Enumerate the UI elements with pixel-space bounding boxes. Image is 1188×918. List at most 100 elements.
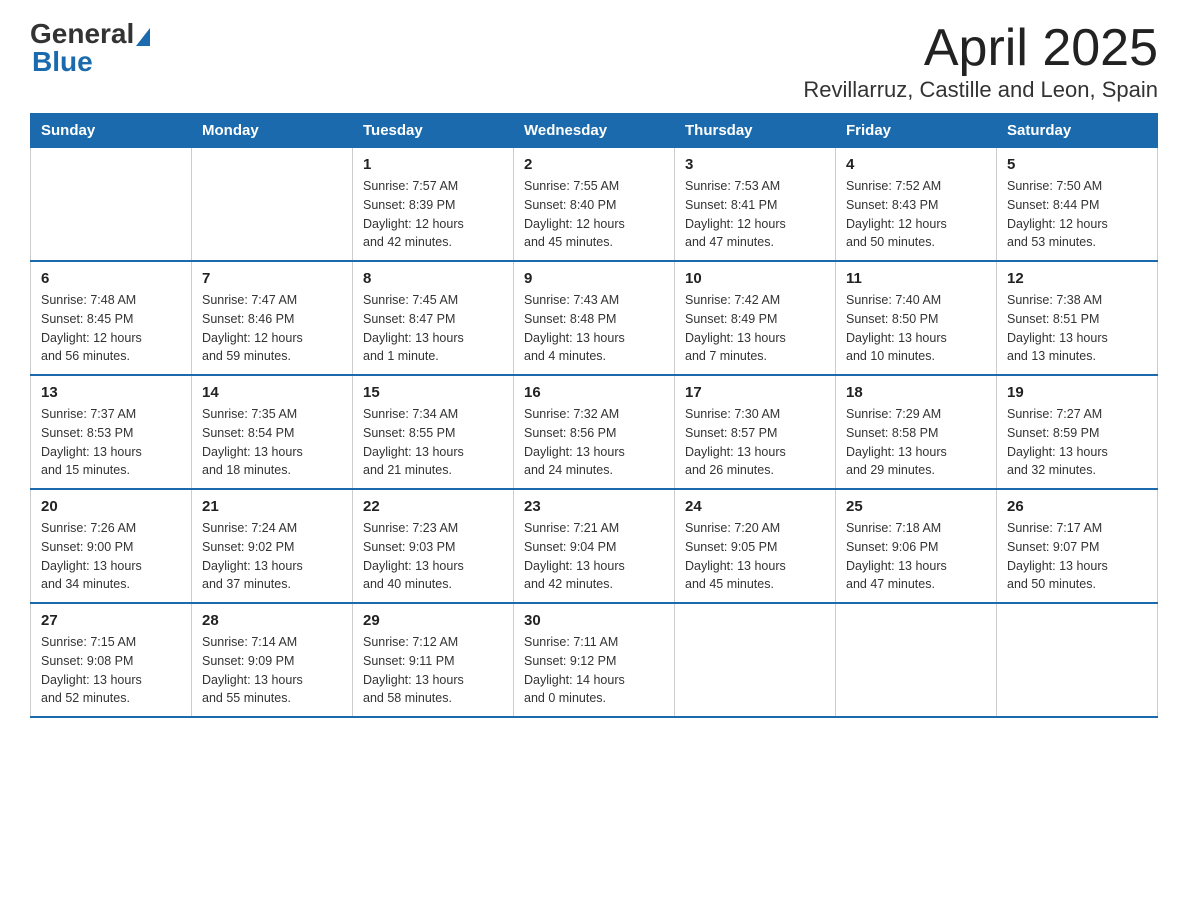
day-info: Sunrise: 7:50 AMSunset: 8:44 PMDaylight:… [1007, 177, 1147, 252]
calendar-cell: 23 Sunrise: 7:21 AMSunset: 9:04 PMDayligh… [514, 489, 675, 603]
day-number: 14 [202, 384, 342, 401]
calendar-week-2: 6 Sunrise: 7:48 AMSunset: 8:45 PMDaylight… [31, 261, 1158, 375]
day-info: Sunrise: 7:32 AMSunset: 8:56 PMDaylight:… [524, 405, 664, 480]
logo: General Blue [30, 20, 150, 76]
calendar-week-1: 1 Sunrise: 7:57 AMSunset: 8:39 PMDaylight… [31, 148, 1158, 262]
logo-general-text: General [30, 20, 134, 48]
calendar-cell: 16Sunrise: 7:32 AMSunset: 8:56 PMDayligh… [514, 375, 675, 489]
header-sunday: Sunday [31, 114, 192, 148]
calendar-cell [675, 603, 836, 717]
calendar-cell [31, 148, 192, 262]
day-info: Sunrise: 7:11 AMSunset: 9:12 PMDaylight:… [524, 633, 664, 708]
calendar-cell: 18 Sunrise: 7:29 AMSunset: 8:58 PMDayligh… [836, 375, 997, 489]
day-info: Sunrise: 7:29 AMSunset: 8:58 PMDaylight:… [846, 405, 986, 480]
header-saturday: Saturday [997, 114, 1158, 148]
calendar-cell: 14 Sunrise: 7:35 AMSunset: 8:54 PMDayligh… [192, 375, 353, 489]
calendar-cell: 3 Sunrise: 7:53 AMSunset: 8:41 PMDaylight… [675, 148, 836, 262]
day-number: 8 [363, 270, 503, 287]
calendar-header-row: SundayMondayTuesdayWednesdayThursdayFrid… [31, 114, 1158, 148]
day-info: Sunrise: 7:12 AMSunset: 9:11 PMDaylight:… [363, 633, 503, 708]
day-number: 27 [41, 612, 181, 629]
day-info: Sunrise: 7:40 AMSunset: 8:50 PMDaylight:… [846, 291, 986, 366]
day-number: 23 [524, 498, 664, 515]
day-number: 17 [685, 384, 825, 401]
calendar-cell: 24 Sunrise: 7:20 AMSunset: 9:05 PMDayligh… [675, 489, 836, 603]
calendar-cell: 7Sunrise: 7:47 AMSunset: 8:46 PMDaylight… [192, 261, 353, 375]
day-number: 4 [846, 156, 986, 173]
day-number: 13 [41, 384, 181, 401]
day-info: Sunrise: 7:23 AMSunset: 9:03 PMDaylight:… [363, 519, 503, 594]
calendar-cell: 2Sunrise: 7:55 AMSunset: 8:40 PMDaylight… [514, 148, 675, 262]
calendar-table: SundayMondayTuesdayWednesdayThursdayFrid… [30, 113, 1158, 718]
day-info: Sunrise: 7:53 AMSunset: 8:41 PMDaylight:… [685, 177, 825, 252]
day-info: Sunrise: 7:45 AMSunset: 8:47 PMDaylight:… [363, 291, 503, 366]
page-header: General Blue April 2025 Revillarruz, Cas… [30, 20, 1158, 103]
calendar-cell: 21 Sunrise: 7:24 AMSunset: 9:02 PMDayligh… [192, 489, 353, 603]
day-info: Sunrise: 7:15 AMSunset: 9:08 PMDaylight:… [41, 633, 181, 708]
day-number: 15 [363, 384, 503, 401]
day-info: Sunrise: 7:57 AMSunset: 8:39 PMDaylight:… [363, 177, 503, 252]
calendar-cell: 13 Sunrise: 7:37 AMSunset: 8:53 PMDayligh… [31, 375, 192, 489]
day-info: Sunrise: 7:20 AMSunset: 9:05 PMDaylight:… [685, 519, 825, 594]
day-number: 7 [202, 270, 342, 287]
calendar-cell: 25 Sunrise: 7:18 AMSunset: 9:06 PMDayligh… [836, 489, 997, 603]
day-info: Sunrise: 7:38 AMSunset: 8:51 PMDaylight:… [1007, 291, 1147, 366]
calendar-cell: 6 Sunrise: 7:48 AMSunset: 8:45 PMDaylight… [31, 261, 192, 375]
calendar-cell: 15 Sunrise: 7:34 AMSunset: 8:55 PMDayligh… [353, 375, 514, 489]
calendar-cell: 5Sunrise: 7:50 AMSunset: 8:44 PMDaylight… [997, 148, 1158, 262]
day-number: 11 [846, 270, 986, 287]
day-number: 18 [846, 384, 986, 401]
day-info: Sunrise: 7:24 AMSunset: 9:02 PMDaylight:… [202, 519, 342, 594]
header-monday: Monday [192, 114, 353, 148]
day-number: 22 [363, 498, 503, 515]
day-number: 29 [363, 612, 503, 629]
day-info: Sunrise: 7:48 AMSunset: 8:45 PMDaylight:… [41, 291, 181, 366]
day-number: 21 [202, 498, 342, 515]
day-number: 1 [363, 156, 503, 173]
calendar-cell: 20 Sunrise: 7:26 AMSunset: 9:00 PMDayligh… [31, 489, 192, 603]
calendar-week-4: 20 Sunrise: 7:26 AMSunset: 9:00 PMDayligh… [31, 489, 1158, 603]
day-info: Sunrise: 7:55 AMSunset: 8:40 PMDaylight:… [524, 177, 664, 252]
calendar-cell: 8 Sunrise: 7:45 AMSunset: 8:47 PMDaylight… [353, 261, 514, 375]
day-number: 25 [846, 498, 986, 515]
day-number: 12 [1007, 270, 1147, 287]
day-number: 9 [524, 270, 664, 287]
day-info: Sunrise: 7:14 AMSunset: 9:09 PMDaylight:… [202, 633, 342, 708]
day-number: 28 [202, 612, 342, 629]
header-thursday: Thursday [675, 114, 836, 148]
calendar-cell: 11 Sunrise: 7:40 AMSunset: 8:50 PMDayligh… [836, 261, 997, 375]
logo-triangle-icon [136, 28, 150, 46]
calendar-week-3: 13 Sunrise: 7:37 AMSunset: 8:53 PMDayligh… [31, 375, 1158, 489]
header-friday: Friday [836, 114, 997, 148]
logo-blue-text: Blue [32, 48, 150, 76]
calendar-cell: 28 Sunrise: 7:14 AMSunset: 9:09 PMDayligh… [192, 603, 353, 717]
calendar-cell: 17 Sunrise: 7:30 AMSunset: 8:57 PMDayligh… [675, 375, 836, 489]
location-title: Revillarruz, Castille and Leon, Spain [803, 77, 1158, 103]
day-info: Sunrise: 7:42 AMSunset: 8:49 PMDaylight:… [685, 291, 825, 366]
calendar-cell: 1 Sunrise: 7:57 AMSunset: 8:39 PMDaylight… [353, 148, 514, 262]
calendar-cell: 10Sunrise: 7:42 AMSunset: 8:49 PMDayligh… [675, 261, 836, 375]
day-info: Sunrise: 7:18 AMSunset: 9:06 PMDaylight:… [846, 519, 986, 594]
calendar-cell: 19Sunrise: 7:27 AMSunset: 8:59 PMDayligh… [997, 375, 1158, 489]
calendar-cell: 26Sunrise: 7:17 AMSunset: 9:07 PMDayligh… [997, 489, 1158, 603]
day-info: Sunrise: 7:26 AMSunset: 9:00 PMDaylight:… [41, 519, 181, 594]
calendar-cell: 22 Sunrise: 7:23 AMSunset: 9:03 PMDayligh… [353, 489, 514, 603]
day-number: 24 [685, 498, 825, 515]
calendar-cell: 29 Sunrise: 7:12 AMSunset: 9:11 PMDayligh… [353, 603, 514, 717]
day-info: Sunrise: 7:27 AMSunset: 8:59 PMDaylight:… [1007, 405, 1147, 480]
day-info: Sunrise: 7:35 AMSunset: 8:54 PMDaylight:… [202, 405, 342, 480]
day-info: Sunrise: 7:30 AMSunset: 8:57 PMDaylight:… [685, 405, 825, 480]
day-number: 20 [41, 498, 181, 515]
day-info: Sunrise: 7:34 AMSunset: 8:55 PMDaylight:… [363, 405, 503, 480]
day-info: Sunrise: 7:52 AMSunset: 8:43 PMDaylight:… [846, 177, 986, 252]
title-block: April 2025 Revillarruz, Castille and Leo… [803, 20, 1158, 103]
day-number: 3 [685, 156, 825, 173]
day-info: Sunrise: 7:37 AMSunset: 8:53 PMDaylight:… [41, 405, 181, 480]
day-number: 6 [41, 270, 181, 287]
day-info: Sunrise: 7:21 AMSunset: 9:04 PMDaylight:… [524, 519, 664, 594]
calendar-week-5: 27 Sunrise: 7:15 AMSunset: 9:08 PMDayligh… [31, 603, 1158, 717]
day-number: 26 [1007, 498, 1147, 515]
calendar-cell [997, 603, 1158, 717]
calendar-cell: 9Sunrise: 7:43 AMSunset: 8:48 PMDaylight… [514, 261, 675, 375]
header-tuesday: Tuesday [353, 114, 514, 148]
